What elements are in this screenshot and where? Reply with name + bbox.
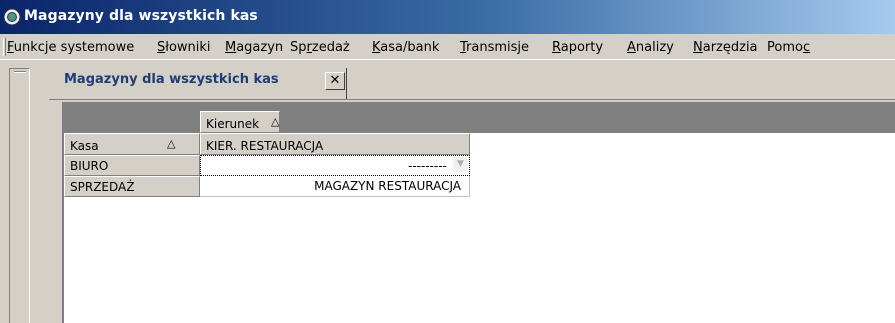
tab-label: Magazyny dla wszystkich kas [64,72,279,87]
menu-item-narzędzia[interactable]: Narzędzia [693,40,758,55]
cell-value: MAGAZYN RESTAURACJA [314,179,461,193]
dropdown-arrow-icon[interactable]: ▼ [453,157,468,172]
menu-bar: Funkcje systemowe Słowniki Magazyn Sprzedaż… [0,34,895,60]
menu-item-sprzedaż[interactable]: Sprzedaż [290,40,350,55]
sort-icon: △ [167,137,176,150]
column-header-label: KIER. RESTAURACJA [206,139,324,153]
column-header[interactable]: KIER. RESTAURACJA [200,133,470,155]
cell-value: --------- [408,159,447,173]
cell-sprzedaz[interactable]: MAGAZYN RESTAURACJA [200,176,470,197]
toolbar-grip[interactable] [14,71,26,73]
menu-item-pomoc[interactable]: Pomoc [767,40,810,55]
window-title: Magazyny dla wszystkich kas [24,8,258,24]
grid-header-band [64,104,895,133]
menu-item-słowniki[interactable]: Słowniki [157,40,211,55]
column-group-label: Kierunek [206,117,260,131]
app-globe-icon [3,8,21,26]
menu-item-transmisje[interactable]: Transmisje [460,40,529,55]
menu-item-analizy[interactable]: Analizy [627,40,674,55]
menu-item-funkcje-systemowe[interactable]: Funkcje systemowe [7,40,134,55]
row-header-sprzedaz[interactable]: SPRZEDAŻ [64,176,200,197]
menu-item-kasa-bank[interactable]: Kasa/bank [372,40,439,55]
row-header-title[interactable]: Kasa △ [64,133,200,155]
menu-item-magazyn[interactable]: Magazyn [225,40,283,55]
menu-item-raporty[interactable]: Raporty [552,40,603,55]
close-tab-icon[interactable]: ✕ [325,72,345,90]
title-bar: Magazyny dla wszystkich kas [0,0,895,34]
row-label: SPRZEDAŻ [70,180,135,194]
left-toolbar [0,60,34,323]
toolbar-slot [9,68,30,323]
row-header-biuro[interactable]: BIURO [64,155,200,176]
column-group-header[interactable]: Kierunek △ [200,111,280,133]
row-label: BIURO [70,159,109,173]
row-header-label: Kasa [70,139,99,153]
menu-grip [3,38,6,56]
tab-strip: Magazyny dla wszystkich kas ✕ [49,66,895,100]
tab-magazyny[interactable]: Magazyny dla wszystkich kas ✕ [57,68,347,99]
cell-biuro[interactable]: --------- ▼ [200,155,470,176]
sort-icon: △ [271,115,280,128]
pivot-grid: Kierunek △ Kasa △ KIER. RESTAURACJA BIUR… [62,102,895,323]
